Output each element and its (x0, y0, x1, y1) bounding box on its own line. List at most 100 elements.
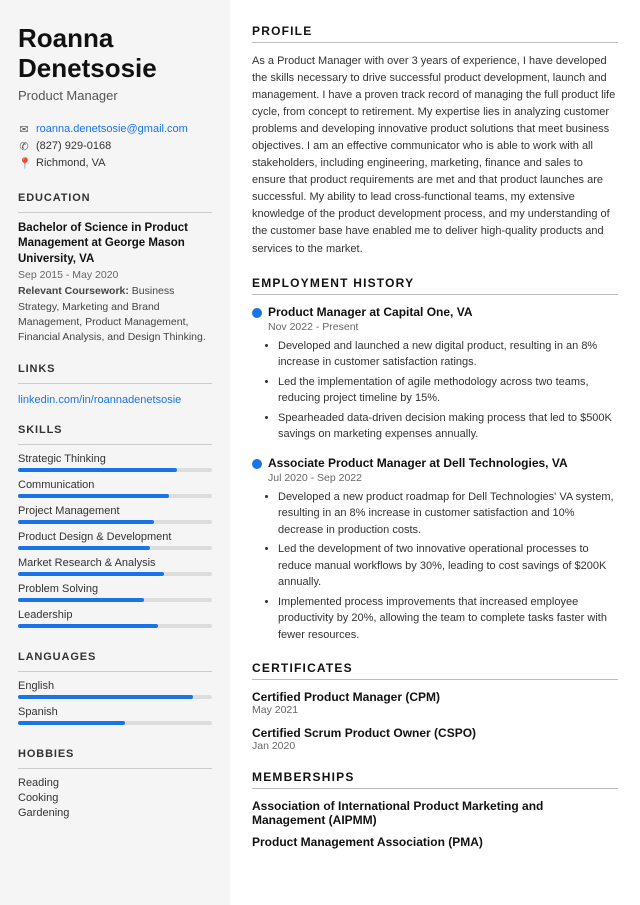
skill-item: Communication (18, 479, 212, 498)
profile-text: As a Product Manager with over 3 years o… (252, 53, 618, 258)
job-date: Jul 2020 - Sep 2022 (268, 472, 618, 484)
location-icon: 📍 (18, 157, 30, 170)
profile-section-title: PROFILE (252, 24, 618, 43)
profile-section: PROFILE As a Product Manager with over 3… (252, 24, 618, 258)
language-label: Spanish (18, 706, 212, 718)
job-bullet: Spearheaded data-driven decision making … (278, 410, 618, 443)
job-dot (252, 308, 262, 318)
certificate-entry: Certified Scrum Product Owner (CSPO) Jan… (252, 726, 618, 752)
languages-list: English Spanish (18, 680, 212, 725)
education-date: Sep 2015 - May 2020 (18, 269, 212, 281)
certificates-section-title: CERTIFICATES (252, 661, 618, 680)
skill-bar-fill (18, 598, 144, 602)
skill-label: Strategic Thinking (18, 453, 212, 465)
skill-bar-fill (18, 572, 164, 576)
sidebar: Roanna Denetsosie Product Manager ✉ roan… (0, 0, 230, 905)
skill-bar-bg (18, 572, 212, 576)
languages-divider (18, 671, 212, 672)
certificate-name: Certified Scrum Product Owner (CSPO) (252, 726, 618, 740)
job-bullet: Led the implementation of agile methodol… (278, 374, 618, 407)
skill-item: Market Research & Analysis (18, 557, 212, 576)
job-title-text: Associate Product Manager at Dell Techno… (268, 456, 568, 470)
job-entry: Product Manager at Capital One, VA Nov 2… (252, 305, 618, 443)
linkedin-item: linkedin.com/in/roannadenetsosie (18, 392, 212, 406)
skill-bar-fill (18, 468, 177, 472)
email-link[interactable]: roanna.denetsosie@gmail.com (36, 123, 188, 135)
job-title-row: Product Manager at Capital One, VA (252, 305, 618, 319)
jobs-list: Product Manager at Capital One, VA Nov 2… (252, 305, 618, 644)
job-bullets-list: Developed a new product roadmap for Dell… (268, 489, 618, 644)
first-name: Roanna (18, 23, 113, 53)
employment-section-title: EMPLOYMENT HISTORY (252, 276, 618, 295)
membership-name: Association of International Product Mar… (252, 799, 618, 827)
language-item: Spanish (18, 706, 212, 725)
job-title-text: Product Manager at Capital One, VA (268, 305, 472, 319)
linkedin-link[interactable]: linkedin.com/in/roannadenetsosie (18, 394, 181, 406)
links-divider (18, 383, 212, 384)
skill-item: Problem Solving (18, 583, 212, 602)
full-name: Roanna Denetsosie (18, 24, 212, 84)
email-item: ✉ roanna.denetsosie@gmail.com (18, 123, 212, 136)
memberships-section-title: MEMBERSHIPS (252, 770, 618, 789)
skill-bar-fill (18, 624, 158, 628)
phone-icon: ✆ (18, 140, 30, 153)
hobby-item: Gardening (18, 807, 212, 819)
main-content: PROFILE As a Product Manager with over 3… (230, 0, 640, 905)
location-text: Richmond, VA (36, 157, 106, 169)
skills-divider (18, 444, 212, 445)
skill-item: Product Design & Development (18, 531, 212, 550)
job-dot (252, 459, 262, 469)
skills-title: SKILLS (18, 424, 212, 436)
job-bullet: Implemented process improvements that in… (278, 594, 618, 644)
hobby-item: Cooking (18, 792, 212, 804)
language-label: English (18, 680, 212, 692)
skill-bar-bg (18, 546, 212, 550)
certificate-name: Certified Product Manager (CPM) (252, 690, 618, 704)
links-section: LINKS linkedin.com/in/roannadenetsosie (18, 361, 212, 406)
job-title-row: Associate Product Manager at Dell Techno… (252, 456, 618, 470)
hobbies-divider (18, 768, 212, 769)
language-bar-bg (18, 721, 212, 725)
job-bullets-list: Developed and launched a new digital pro… (268, 338, 618, 443)
job-bullet: Led the development of two innovative op… (278, 541, 618, 591)
name-block: Roanna Denetsosie Product Manager (18, 24, 212, 103)
skills-list: Strategic Thinking Communication Project… (18, 453, 212, 628)
location-item: 📍 Richmond, VA (18, 157, 212, 170)
phone-text: (827) 929-0168 (36, 140, 111, 152)
resume-container: Roanna Denetsosie Product Manager ✉ roan… (0, 0, 640, 905)
education-section: EDUCATION Bachelor of Science in Product… (18, 190, 212, 345)
memberships-list: Association of International Product Mar… (252, 799, 618, 849)
skill-bar-bg (18, 494, 212, 498)
skill-bar-fill (18, 546, 150, 550)
skill-bar-fill (18, 520, 154, 524)
hobby-item: Reading (18, 777, 212, 789)
employment-section: EMPLOYMENT HISTORY Product Manager at Ca… (252, 276, 618, 644)
certificate-date: May 2021 (252, 704, 618, 716)
job-date: Nov 2022 - Present (268, 321, 618, 333)
links-title: LINKS (18, 363, 212, 375)
job-bullet: Developed a new product roadmap for Dell… (278, 489, 618, 539)
membership-entry: Product Management Association (PMA) (252, 835, 618, 849)
language-bar-bg (18, 695, 212, 699)
job-bullet: Developed and launched a new digital pro… (278, 338, 618, 371)
memberships-section: MEMBERSHIPS Association of International… (252, 770, 618, 849)
education-title: EDUCATION (18, 192, 212, 204)
skill-bar-bg (18, 520, 212, 524)
skill-label: Project Management (18, 505, 212, 517)
hobbies-list: Reading Cooking Gardening (18, 777, 212, 819)
skill-label: Problem Solving (18, 583, 212, 595)
certificate-date: Jan 2020 (252, 740, 618, 752)
languages-section: LANGUAGES English Spanish (18, 649, 212, 732)
phone-item: ✆ (827) 929-0168 (18, 140, 212, 153)
skill-bar-bg (18, 624, 212, 628)
skill-item: Strategic Thinking (18, 453, 212, 472)
membership-name: Product Management Association (PMA) (252, 835, 618, 849)
skill-label: Communication (18, 479, 212, 491)
job-title: Product Manager (18, 88, 212, 103)
hobbies-section: HOBBIES ReadingCookingGardening (18, 746, 212, 822)
skill-label: Product Design & Development (18, 531, 212, 543)
language-item: English (18, 680, 212, 699)
contact-block: ✉ roanna.denetsosie@gmail.com ✆ (827) 92… (18, 123, 212, 174)
education-divider (18, 212, 212, 213)
language-bar-fill (18, 721, 125, 725)
